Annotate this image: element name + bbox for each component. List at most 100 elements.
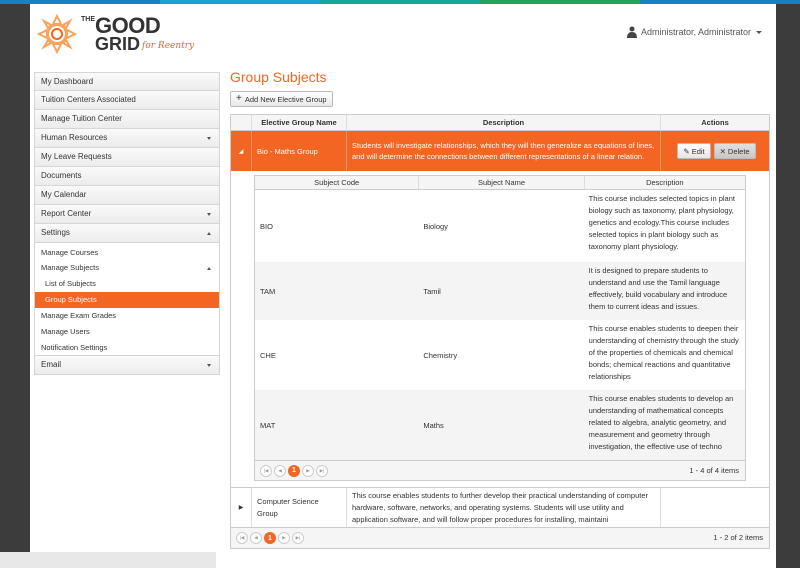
sidebar-item-human-resources[interactable]: Human Resources	[34, 129, 220, 148]
sidebar-item-dashboard[interactable]: My Dashboard	[34, 72, 220, 91]
expand-row-icon[interactable]: ▶	[231, 488, 251, 527]
groups-pager: |◀ ◀ 1 ▶ ▶| 1 - 2 of 2 items	[231, 528, 769, 548]
chevron-up-icon	[207, 267, 211, 270]
sidebar-item-leave-requests[interactable]: My Leave Requests	[34, 148, 220, 167]
add-elective-group-button[interactable]: + Add New Elective Group	[230, 91, 333, 107]
user-name: Administrator, Administrator	[640, 27, 751, 37]
table-row[interactable]: ▶ Computer Science Group This course ena…	[231, 488, 769, 528]
sidebar-item-label: Manage Subjects	[41, 263, 99, 272]
edit-button[interactable]: ✎ Edit	[677, 143, 711, 159]
last-page-icon[interactable]: ▶|	[292, 532, 304, 544]
pencil-icon: ✎	[683, 146, 690, 156]
sidebar-item-label: My Calendar	[41, 190, 87, 199]
sidebar-item-label: Report Center	[41, 209, 92, 218]
logo[interactable]: THE GOOD GRID for Reentry	[35, 10, 195, 60]
sidebar-item-label: Manage Tuition Center	[41, 114, 122, 123]
last-page-icon[interactable]: ▶|	[316, 464, 328, 477]
page-number-button[interactable]: 1	[264, 532, 276, 544]
table-row[interactable]: ◢ Bio - Maths Group Students will invest…	[231, 131, 769, 171]
subjects-grid-header: Subject Code Subject Name Description	[255, 176, 745, 190]
sidebar-sub-manage-courses[interactable]: Manage Courses	[34, 243, 220, 260]
sidebar: My Dashboard Tuition Centers Associated …	[34, 72, 220, 375]
subject-name: Maths	[423, 420, 444, 430]
first-page-icon[interactable]: |◀	[236, 532, 248, 544]
group-name: Computer Science Group	[251, 488, 346, 527]
close-icon: ✕	[719, 146, 726, 156]
sidebar-sub-manage-users[interactable]: Manage Users	[34, 324, 220, 340]
pager-info: 1 - 2 of 2 items	[713, 533, 763, 542]
sidebar-item-tuition-centers[interactable]: Tuition Centers Associated	[34, 91, 220, 110]
main-content: Group Subjects + Add New Elective Group …	[230, 68, 770, 549]
add-button-label: Add New Elective Group	[244, 94, 327, 104]
page: THE GOOD GRID for Reentry Administrator,…	[30, 4, 776, 568]
subject-name: Biology	[423, 221, 448, 231]
row-detail: Subject Code Subject Name Description BI…	[231, 171, 769, 488]
header-expander	[231, 115, 251, 130]
subject-code: MAT	[260, 420, 276, 430]
elective-groups-grid: Elective Group Name Description Actions …	[230, 114, 770, 549]
logo-tagline: for Reentry	[142, 41, 195, 51]
subject-description: This course enables students to deepen t…	[588, 324, 739, 381]
sidebar-sub-exam-grades[interactable]: Manage Exam Grades	[34, 308, 220, 324]
user-icon	[626, 26, 637, 38]
sidebar-item-label: Settings	[41, 228, 70, 237]
column-header-subject-name[interactable]: Subject Name	[418, 176, 583, 189]
subject-code: TAM	[260, 286, 276, 296]
sidebar-item-label: My Dashboard	[41, 77, 94, 86]
user-menu[interactable]: Administrator, Administrator	[626, 26, 762, 38]
first-page-icon[interactable]: |◀	[260, 464, 272, 477]
column-header-subject-code[interactable]: Subject Code	[255, 176, 418, 189]
sun-logo-icon	[36, 13, 78, 55]
table-row[interactable]: TAM Tamil It is designed to prepare stud…	[255, 262, 745, 320]
sidebar-item-manage-tuition[interactable]: Manage Tuition Center	[34, 110, 220, 129]
chevron-down-icon	[207, 213, 211, 216]
sidebar-sub-notification-settings[interactable]: Notification Settings	[34, 340, 220, 356]
next-page-icon[interactable]: ▶	[278, 532, 290, 544]
page-title: Group Subjects	[230, 69, 327, 85]
sidebar-item-label: Human Resources	[41, 133, 108, 142]
delete-label: Delete	[727, 146, 750, 156]
sidebar-item-label: Documents	[41, 171, 82, 180]
table-row[interactable]: CHE Chemistry This course enables studen…	[255, 320, 745, 390]
sidebar-sub-group-subjects[interactable]: Group Subjects	[34, 292, 220, 308]
sidebar-item-report-center[interactable]: Report Center	[34, 205, 220, 224]
row-actions: ✎ Edit ✕ Delete	[660, 131, 769, 171]
sidebar-item-calendar[interactable]: My Calendar	[34, 186, 220, 205]
sidebar-item-label: Tuition Centers Associated	[41, 95, 136, 104]
row-actions	[660, 488, 769, 527]
subjects-pager: |◀ ◀ 1 ▶ ▶| 1 - 4 of 4 items	[255, 460, 745, 480]
chevron-up-icon	[207, 232, 211, 235]
logo-grid: GRID	[95, 34, 140, 54]
next-page-icon[interactable]: ▶	[302, 464, 314, 477]
prev-page-icon[interactable]: ◀	[274, 464, 286, 477]
sidebar-sub-list-of-subjects[interactable]: List of Subjects	[34, 276, 220, 292]
sidebar-item-settings[interactable]: Settings	[34, 224, 220, 243]
page-number-button[interactable]: 1	[288, 464, 300, 477]
logo-the: THE	[81, 16, 95, 23]
column-header-description[interactable]: Description	[346, 115, 660, 130]
chevron-down-icon	[207, 364, 211, 367]
subjects-grid: Subject Code Subject Name Description BI…	[254, 175, 746, 481]
delete-button[interactable]: ✕ Delete	[713, 143, 756, 159]
collapse-row-icon[interactable]: ◢	[231, 148, 251, 155]
group-description: This course enables students to further …	[346, 488, 660, 527]
subject-code: CHE	[260, 350, 276, 360]
column-header-subject-description[interactable]: Description	[583, 176, 745, 189]
pager-info: 1 - 4 of 4 items	[689, 466, 739, 475]
column-header-group-name[interactable]: Elective Group Name	[251, 115, 346, 130]
header: THE GOOD GRID for Reentry Administrator,…	[30, 4, 776, 64]
sidebar-item-email[interactable]: Email	[34, 356, 220, 375]
chevron-down-icon	[756, 30, 762, 34]
subject-code: BIO	[260, 221, 273, 231]
subject-name: Chemistry	[423, 350, 458, 360]
subject-name: Tamil	[423, 286, 441, 296]
chevron-down-icon	[207, 137, 211, 140]
table-row[interactable]: MAT Maths This course enables students t…	[255, 390, 745, 460]
prev-page-icon[interactable]: ◀	[250, 532, 262, 544]
group-name: Bio - Maths Group	[251, 131, 346, 171]
edit-label: Edit	[691, 146, 705, 156]
sidebar-sub-manage-subjects[interactable]: Manage Subjects	[34, 260, 220, 276]
group-description: Students will investigate relationships,…	[346, 131, 660, 171]
table-row[interactable]: BIO Biology This course includes selecte…	[255, 190, 745, 262]
sidebar-item-documents[interactable]: Documents	[34, 167, 220, 186]
